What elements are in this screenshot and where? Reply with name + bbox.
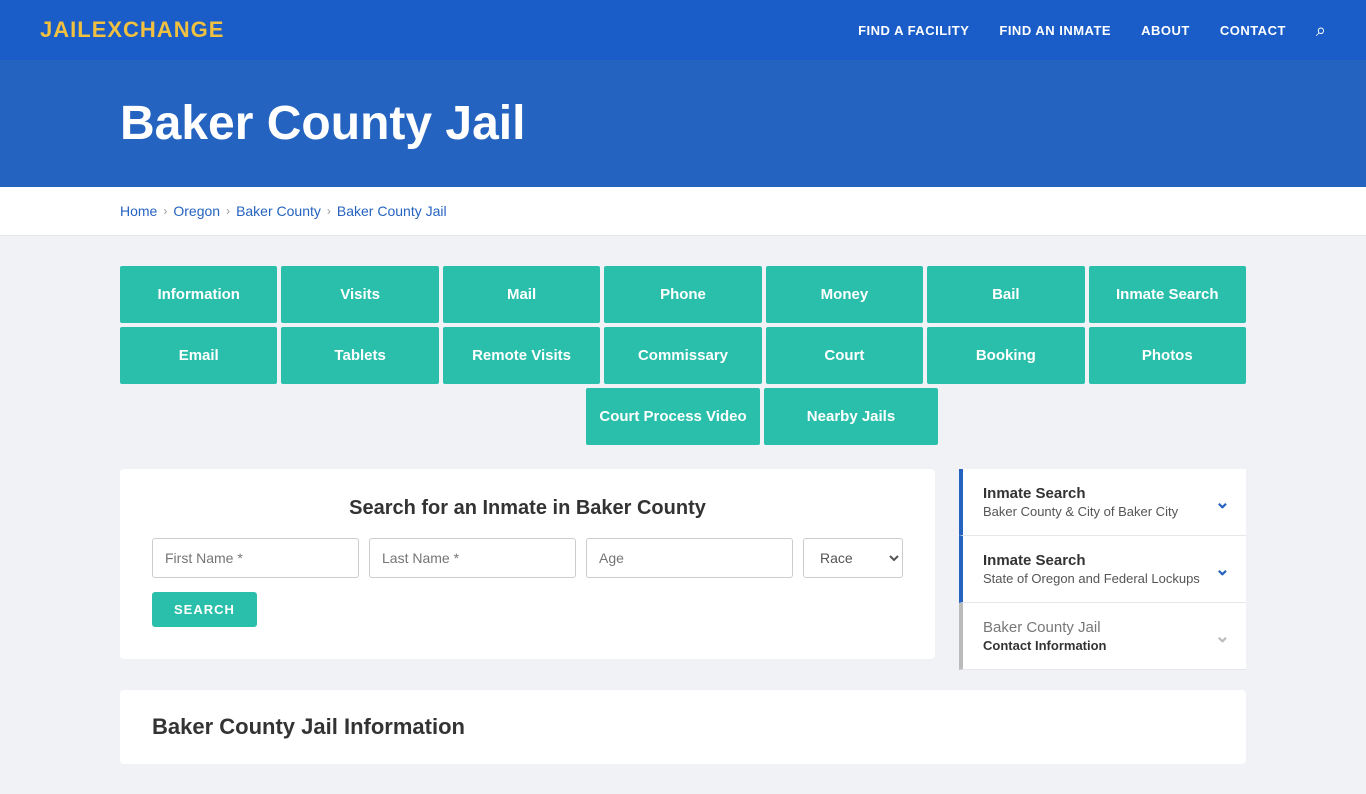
nav-links: FIND A FACILITY FIND AN INMATE ABOUT CON… xyxy=(858,20,1326,41)
sidebar-panel-sub-2: Contact Information xyxy=(983,638,1107,653)
content-area: Information Visits Mail Phone Money Bail… xyxy=(0,236,1366,794)
btn-visits[interactable]: Visits xyxy=(281,266,438,323)
breadcrumb: Home › Oregon › Baker County › Baker Cou… xyxy=(0,187,1366,236)
btn-phone[interactable]: Phone xyxy=(604,266,761,323)
race-select[interactable]: Race White Black Hispanic Asian Other xyxy=(803,538,903,578)
nav-find-inmate[interactable]: FIND AN INMATE xyxy=(999,23,1111,38)
chevron-down-icon-1: ⌄ xyxy=(1215,559,1230,580)
btn-photos[interactable]: Photos xyxy=(1089,327,1246,384)
btn-court[interactable]: Court xyxy=(766,327,923,384)
breadcrumb-sep-1: › xyxy=(163,204,167,218)
nav-find-facility[interactable]: FIND A FACILITY xyxy=(858,23,969,38)
btn-mail[interactable]: Mail xyxy=(443,266,600,323)
bottom-info-title: Baker County Jail Information xyxy=(152,714,1214,740)
search-panel: Search for an Inmate in Baker County Rac… xyxy=(120,469,935,659)
sidebar-panel-title-1: Inmate Search xyxy=(983,552,1200,569)
hero-banner: Baker County Jail xyxy=(0,60,1366,187)
btn-information[interactable]: Information xyxy=(120,266,277,323)
lower-section: Search for an Inmate in Baker County Rac… xyxy=(120,469,1246,670)
site-logo[interactable]: JAILEXCHANGE xyxy=(40,17,224,43)
breadcrumb-home[interactable]: Home xyxy=(120,203,157,219)
button-grid-row2: Email Tablets Remote Visits Commissary C… xyxy=(120,327,1246,384)
search-panel-title: Search for an Inmate in Baker County xyxy=(152,497,903,520)
search-fields: Race White Black Hispanic Asian Other xyxy=(152,538,903,578)
nav-contact[interactable]: CONTACT xyxy=(1220,23,1286,38)
bottom-info-section: Baker County Jail Information xyxy=(120,690,1246,764)
button-grid-row1: Information Visits Mail Phone Money Bail… xyxy=(120,266,1246,323)
logo-exchange: EXCHANGE xyxy=(92,17,225,42)
btn-email[interactable]: Email xyxy=(120,327,277,384)
chevron-down-icon-2: ⌄ xyxy=(1215,626,1230,647)
btn-booking[interactable]: Booking xyxy=(927,327,1084,384)
age-input[interactable] xyxy=(586,538,793,578)
breadcrumb-baker-county[interactable]: Baker County xyxy=(236,203,321,219)
btn-court-process-video[interactable]: Court Process Video xyxy=(586,388,760,445)
sidebar-panel-2[interactable]: Baker County Jail Contact Information ⌄ xyxy=(959,603,1246,670)
btn-money[interactable]: Money xyxy=(766,266,923,323)
btn-nearby-jails[interactable]: Nearby Jails xyxy=(764,388,938,445)
nav-about[interactable]: ABOUT xyxy=(1141,23,1190,38)
breadcrumb-sep-3: › xyxy=(327,204,331,218)
breadcrumb-sep-2: › xyxy=(226,204,230,218)
btn-commissary[interactable]: Commissary xyxy=(604,327,761,384)
sidebar-panel-sub-1: State of Oregon and Federal Lockups xyxy=(983,571,1200,586)
btn-remote-visits[interactable]: Remote Visits xyxy=(443,327,600,384)
sidebar-panel-0[interactable]: Inmate Search Baker County & City of Bak… xyxy=(959,469,1246,536)
last-name-input[interactable] xyxy=(369,538,576,578)
btn-bail[interactable]: Bail xyxy=(927,266,1084,323)
button-grid-row3: Court Process Video Nearby Jails xyxy=(120,388,1246,445)
btn-tablets[interactable]: Tablets xyxy=(281,327,438,384)
page-title: Baker County Jail xyxy=(120,96,1326,151)
chevron-down-icon-0: ⌄ xyxy=(1215,492,1230,513)
sidebar-panel-title-2: Baker County Jail xyxy=(983,619,1107,636)
btn-inmate-search[interactable]: Inmate Search xyxy=(1089,266,1246,323)
logo-jail: JAIL xyxy=(40,17,92,42)
search-button[interactable]: SEARCH xyxy=(152,592,257,627)
breadcrumb-oregon[interactable]: Oregon xyxy=(173,203,220,219)
first-name-input[interactable] xyxy=(152,538,359,578)
sidebar-panel-sub-0: Baker County & City of Baker City xyxy=(983,504,1178,519)
sidebar-panel-title-0: Inmate Search xyxy=(983,485,1178,502)
sidebar-panel-1[interactable]: Inmate Search State of Oregon and Federa… xyxy=(959,536,1246,603)
sidebar-panels: Inmate Search Baker County & City of Bak… xyxy=(959,469,1246,670)
search-icon[interactable]: ⌕ xyxy=(1316,20,1326,41)
breadcrumb-baker-county-jail[interactable]: Baker County Jail xyxy=(337,203,447,219)
navbar: JAILEXCHANGE FIND A FACILITY FIND AN INM… xyxy=(0,0,1366,60)
